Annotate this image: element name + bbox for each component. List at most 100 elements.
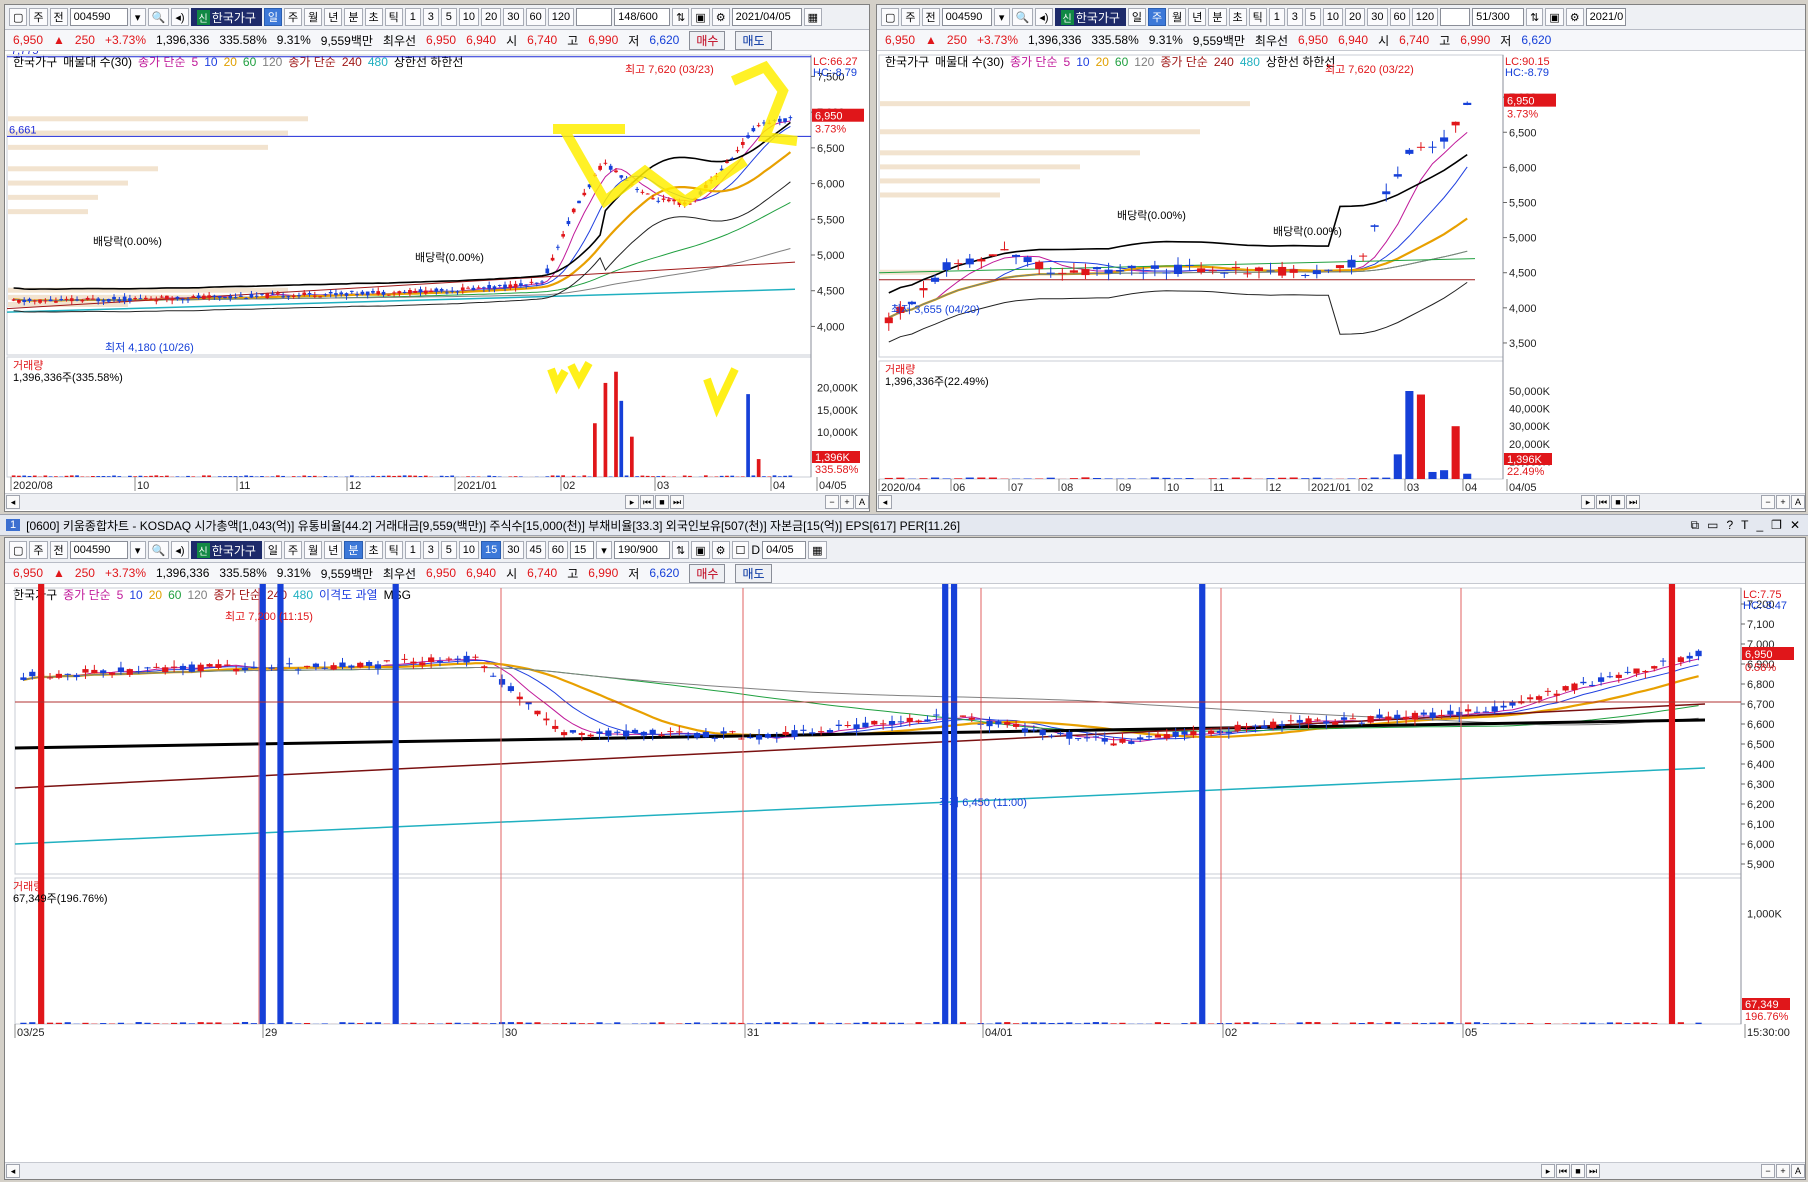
stock-name[interactable]: 신 한국가구 [190,541,262,559]
last-icon[interactable]: ⏭ [1626,495,1640,509]
date-field[interactable]: 04/05 [762,541,807,559]
period-month[interactable]: 월 [304,8,323,26]
gear-icon[interactable]: ⚙ [711,541,730,559]
first-icon[interactable]: ⏮ [1556,1164,1570,1178]
date-field[interactable]: 2021/0 [1585,8,1626,26]
dropdown-icon[interactable]: ▾ [596,541,613,559]
scrollbar-daily[interactable]: ◂ ▸ ⏮ ■ ⏭ − + A [5,493,869,510]
market-scope-select[interactable]: 전 [49,541,68,559]
period-second[interactable]: 초 [364,541,383,559]
sell-button[interactable]: 매도 [735,563,772,583]
window-menu-icon[interactable]: ▢ [9,8,28,26]
period-week[interactable]: 주 [1148,8,1167,26]
gear-icon[interactable]: ⚙ [711,8,730,26]
count-field[interactable]: 190/900 [614,541,671,559]
realtime-icon[interactable]: ⇅ [672,541,690,559]
window-menu-icon[interactable]: ▢ [881,8,900,26]
interval-10[interactable]: 10 [458,541,480,559]
gear-icon[interactable]: ⚙ [1565,8,1584,26]
period-second[interactable]: 초 [1228,8,1247,26]
copy-icon[interactable]: ⧉ [1691,518,1700,533]
zoom-in-icon[interactable]: + [1776,1164,1790,1178]
dropdown-icon[interactable]: ▾ [129,541,146,559]
first-icon[interactable]: ⏮ [1596,495,1610,509]
interval-30[interactable]: 30 [503,541,524,559]
period-day[interactable]: 일 [263,541,283,559]
interval-30[interactable]: 30 [503,8,524,26]
dropdown-icon[interactable]: ▾ [129,8,146,26]
period-day[interactable]: 일 [1127,8,1147,26]
interval-60[interactable]: 60 [547,541,569,559]
stop-icon[interactable]: ■ [1571,1164,1585,1178]
date-field[interactable]: 2021/04/05 [731,8,802,26]
interval-120[interactable]: 120 [1411,8,1439,26]
interval-5[interactable]: 5 [1304,8,1321,26]
auto-scale-icon[interactable]: A [855,495,869,509]
interval-20[interactable]: 20 [1345,8,1366,26]
period-tick[interactable]: 틱 [384,8,403,26]
text-icon[interactable]: T [1741,518,1748,533]
sound-icon[interactable]: ◂) [171,8,189,26]
stock-name[interactable]: 신 한국가구 [1054,8,1126,26]
close-icon[interactable]: ✕ [1790,518,1800,533]
calendar-icon[interactable]: ▦ [808,541,827,559]
interval-10[interactable]: 10 [1322,8,1344,26]
interval-3[interactable]: 3 [422,541,439,559]
period-tick[interactable]: 틱 [384,541,403,559]
scroll-right-icon[interactable]: ▸ [1581,495,1595,509]
scroll-left-icon[interactable]: ◂ [878,495,892,509]
period-day[interactable]: 일 [263,8,283,26]
period-year[interactable]: 년 [324,8,343,26]
stock-name[interactable]: 신 한국가구 [190,8,262,26]
period-tick[interactable]: 틱 [1248,8,1267,26]
save-icon[interactable]: ▣ [691,8,710,26]
interval-10[interactable]: 10 [458,8,480,26]
buy-button[interactable]: 매수 [689,30,726,50]
auto-scale-icon[interactable]: A [1791,1164,1805,1178]
market-type-select[interactable]: 주 [29,541,48,559]
period-week[interactable]: 주 [284,8,303,26]
search-icon[interactable]: 🔍 [147,541,170,559]
zoom-out-icon[interactable]: − [1761,495,1775,509]
interval-1[interactable]: 1 [404,541,421,559]
zoom-in-icon[interactable]: + [1776,495,1790,509]
count-field[interactable]: 148/600 [614,8,671,26]
interval-60[interactable]: 60 [525,8,546,26]
date-checkbox[interactable]: ☐ [731,541,750,559]
scroll-right-icon[interactable]: ▸ [1541,1164,1555,1178]
period-year[interactable]: 년 [324,541,343,559]
scroll-left-icon[interactable]: ◂ [6,495,20,509]
period-minute[interactable]: 분 [1208,8,1227,26]
period-second[interactable]: 초 [364,8,383,26]
last-icon[interactable]: ⏭ [670,495,684,509]
interval-input[interactable]: 15 [570,541,595,559]
period-month[interactable]: 월 [1168,8,1187,26]
count-field[interactable]: 51/300 [1472,8,1525,26]
interval-input[interactable] [576,8,613,26]
window-menu-icon[interactable]: ▢ [9,541,28,559]
realtime-icon[interactable]: ⇅ [1526,8,1544,26]
window-number[interactable]: 1 [6,519,21,531]
search-icon[interactable]: 🔍 [1011,8,1034,26]
stop-icon[interactable]: ■ [655,495,669,509]
interval-45[interactable]: 45 [525,541,546,559]
period-year[interactable]: 년 [1188,8,1207,26]
auto-scale-icon[interactable]: A [1791,495,1805,509]
scroll-left-icon[interactable]: ◂ [6,1164,20,1178]
first-icon[interactable]: ⏮ [640,495,654,509]
zoom-in-icon[interactable]: + [840,495,854,509]
interval-60[interactable]: 60 [1389,8,1410,26]
scrollbar-weekly[interactable]: ◂ ▸ ⏮ ■ ⏭ − + A [877,493,1805,510]
buy-button[interactable]: 매수 [689,563,726,583]
interval-1[interactable]: 1 [1268,8,1285,26]
period-week[interactable]: 주 [284,541,303,559]
sell-button[interactable]: 매도 [735,30,772,50]
period-month[interactable]: 월 [304,541,323,559]
minimize-icon[interactable]: _ [1756,518,1763,533]
calendar-icon[interactable]: ▦ [803,8,823,26]
market-scope-select[interactable]: 전 [49,8,68,26]
stock-code-input[interactable]: 004590 [69,541,128,559]
save-icon[interactable]: ▣ [691,541,710,559]
save-icon[interactable]: ▣ [1545,8,1564,26]
interval-30[interactable]: 30 [1367,8,1388,26]
